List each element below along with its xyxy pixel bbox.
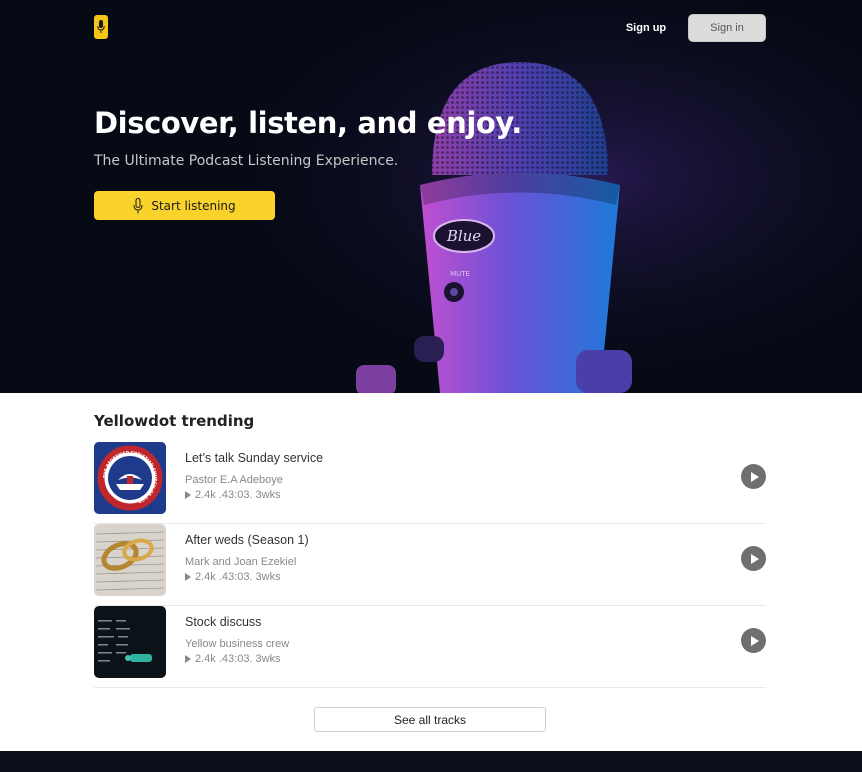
track-stats: 2.4k .43:03. 3wks bbox=[195, 653, 281, 665]
play-button[interactable] bbox=[741, 546, 766, 571]
start-listening-button[interactable]: Start listening bbox=[94, 191, 275, 220]
track-row[interactable]: After weds (Season 1) Mark and Joan Ezek… bbox=[94, 524, 766, 606]
footer bbox=[0, 751, 862, 772]
track-author: Mark and Joan Ezekiel bbox=[185, 556, 297, 568]
hero-title: Discover, listen, and enjoy. bbox=[94, 106, 522, 140]
track-meta: 2.4k .43:03. 3wks bbox=[185, 571, 281, 583]
signin-button[interactable]: Sign in bbox=[688, 14, 766, 42]
track-author: Pastor E.A Adeboye bbox=[185, 474, 283, 486]
track-title[interactable]: Let’s talk Sunday service bbox=[185, 451, 323, 465]
track-author: Yellow business crew bbox=[185, 638, 290, 650]
hero-subtitle: The Ultimate Podcast Listening Experienc… bbox=[94, 153, 399, 169]
track-stats: 2.4k .43:03. 3wks bbox=[195, 571, 281, 583]
mic-mute-text: MUTE bbox=[450, 270, 470, 278]
track-row[interactable]: THE REDEEMED CHRISTIAN CHURCH OF GOD Let… bbox=[94, 442, 766, 524]
church-logo-image: THE REDEEMED CHRISTIAN CHURCH OF GOD bbox=[94, 442, 166, 514]
play-icon bbox=[750, 471, 759, 482]
yellowdot-logo[interactable] bbox=[94, 15, 108, 39]
track-stats: 2.4k .43:03. 3wks bbox=[195, 489, 281, 501]
track-row[interactable]: Stock discuss Yellow business crew 2.4k … bbox=[94, 606, 766, 688]
wedding-rings-image bbox=[94, 524, 166, 596]
signup-button[interactable]: Sign up bbox=[622, 18, 670, 38]
track-thumbnail bbox=[94, 606, 166, 678]
track-meta: 2.4k .43:03. 3wks bbox=[185, 489, 281, 501]
track-title[interactable]: After weds (Season 1) bbox=[185, 533, 309, 547]
play-icon bbox=[750, 553, 759, 564]
play-button[interactable] bbox=[741, 628, 766, 653]
hero-section: Blue MUTE Sign up Sign in Discover, list… bbox=[0, 0, 862, 393]
play-icon bbox=[750, 635, 759, 646]
start-listening-label: Start listening bbox=[151, 198, 236, 213]
play-count-icon bbox=[185, 655, 191, 663]
track-title[interactable]: Stock discuss bbox=[185, 615, 261, 629]
see-all-tracks-button[interactable]: See all tracks bbox=[314, 707, 546, 732]
stock-screen-image bbox=[94, 606, 166, 678]
trending-title: Yellowdot trending bbox=[94, 412, 255, 430]
play-count-icon bbox=[185, 573, 191, 581]
play-button[interactable] bbox=[741, 464, 766, 489]
track-meta: 2.4k .43:03. 3wks bbox=[185, 653, 281, 665]
microphone-icon bbox=[97, 20, 105, 33]
microphone-icon bbox=[133, 197, 143, 213]
track-thumbnail: THE REDEEMED CHRISTIAN CHURCH OF GOD bbox=[94, 442, 166, 514]
track-thumbnail bbox=[94, 524, 166, 596]
play-count-icon bbox=[185, 491, 191, 499]
mic-brand-text: Blue bbox=[446, 227, 481, 245]
